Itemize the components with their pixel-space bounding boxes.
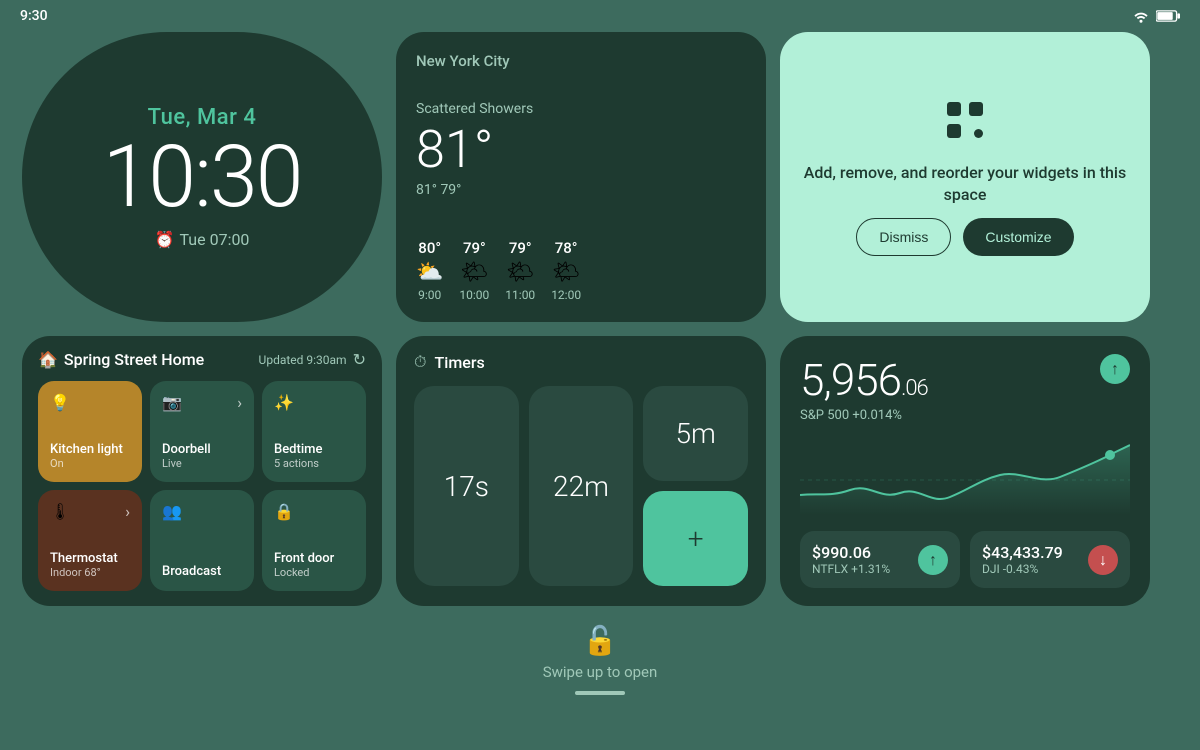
stock-direction-icon: ↓ — [1088, 545, 1118, 575]
bottom-section: 🔓 Swipe up to open — [0, 624, 1200, 695]
tile-sub: 5 actions — [274, 457, 354, 470]
tile-label: Kitchen light — [50, 442, 130, 457]
weather-desc: Scattered Showers — [416, 101, 746, 117]
tile-icon: 👥 — [162, 502, 182, 521]
stock-name: NTFLX +1.31% — [812, 562, 890, 576]
tile-icon: 🔒 — [274, 502, 294, 521]
lock-icon: 🔓 — [583, 624, 618, 657]
forecast-item: 78° 🌤 12:00 — [551, 239, 581, 302]
timers-grid: 17s22m5m + — [414, 386, 748, 586]
timer-icon: ⏱ — [414, 352, 426, 372]
stocks-card: 5,956.06 S&P 500 +0.014% ↑ $990.06 NTFLX… — [780, 336, 1150, 606]
tile-sub: On — [50, 457, 130, 470]
stock-tile: $43,433.79 DJI -0.43% ↓ — [970, 531, 1130, 588]
promo-card: Add, remove, and reorder your widgets in… — [780, 32, 1150, 322]
promo-icon — [943, 98, 987, 146]
tile-arrow: › — [125, 502, 130, 521]
stock-price: $43,433.79 — [982, 543, 1063, 562]
forecast-item: 79° 🌤 10:00 — [459, 239, 489, 302]
stocks-index: S&P 500 +0.014% — [800, 408, 928, 423]
status-time: 9:30 — [20, 8, 48, 24]
tile-icon: 📷 — [162, 393, 182, 412]
timer-22m[interactable]: 22m — [529, 386, 634, 586]
dismiss-button[interactable]: Dismiss — [856, 218, 951, 256]
tile-label: Broadcast — [162, 564, 242, 579]
clock-card: Tue, Mar 4 10:30 ⏰ Tue 07:00 — [22, 32, 382, 322]
weather-card: New York City Scattered Showers 81° 81° … — [396, 32, 766, 322]
home-tile[interactable]: ✨ Bedtime 5 actions — [262, 381, 366, 482]
home-tile[interactable]: 💡 Kitchen light On — [38, 381, 142, 482]
home-tiles-grid: 💡 Kitchen light On 📷 › Doorbell Live ✨ B… — [38, 381, 366, 591]
tile-label: Doorbell — [162, 442, 242, 457]
stock-tile: $990.06 NTFLX +1.31% ↑ — [800, 531, 960, 588]
add-timer-button[interactable]: + — [643, 491, 748, 586]
weather-temp-main: 81° — [416, 119, 746, 180]
refresh-icon[interactable]: ↻ — [353, 350, 366, 369]
stock-direction-icon: ↑ — [918, 545, 948, 575]
home-title: Spring Street Home — [64, 350, 204, 369]
tile-sub: Indoor 68° — [50, 566, 130, 579]
tile-sub: Locked — [274, 566, 354, 579]
alarm-icon: ⏰ — [155, 230, 175, 249]
stocks-trend-up: ↑ — [1100, 354, 1130, 384]
swipe-label: Swipe up to open — [543, 663, 658, 681]
status-icons — [1132, 9, 1180, 23]
promo-text: Add, remove, and reorder your widgets in… — [800, 162, 1130, 207]
forecast-item: 79° 🌤 11:00 — [505, 239, 535, 302]
home-updated: Updated 9:30am — [259, 353, 347, 367]
swipe-bar — [575, 691, 625, 695]
main-grid: Tue, Mar 4 10:30 ⏰ Tue 07:00 New York Ci… — [0, 32, 1200, 616]
stocks-chart — [800, 435, 1130, 515]
stocks-row: $990.06 NTFLX +1.31% ↑ $43,433.79 DJI -0… — [800, 531, 1130, 588]
timers-card: ⏱ Timers 17s22m5m + — [396, 336, 766, 606]
promo-buttons: Dismiss Customize — [856, 218, 1073, 256]
tile-icon: 💡 — [50, 393, 70, 412]
tile-arrow: › — [237, 393, 242, 412]
timer-5m[interactable]: 5m — [643, 386, 748, 481]
status-bar: 9:30 — [0, 0, 1200, 32]
home-tile[interactable]: 📷 › Doorbell Live — [150, 381, 254, 482]
tile-icon: ✨ — [274, 393, 294, 412]
clock-time: 10:30 — [103, 134, 302, 220]
home-tile[interactable]: 👥 Broadcast — [150, 490, 254, 591]
home-card: 🏠 Spring Street Home Updated 9:30am ↻ 💡 … — [22, 336, 382, 606]
timers-title: Timers — [434, 353, 484, 372]
tile-label: Thermostat — [50, 551, 130, 566]
customize-button[interactable]: Customize — [963, 218, 1073, 256]
home-header: 🏠 Spring Street Home Updated 9:30am ↻ — [38, 350, 366, 369]
tile-label: Front door — [274, 551, 354, 566]
home-tile[interactable]: 🔒 Front door Locked — [262, 490, 366, 591]
weather-city: New York City — [416, 52, 746, 70]
battery-icon — [1156, 9, 1180, 23]
home-tile[interactable]: 🌡 › Thermostat Indoor 68° — [38, 490, 142, 591]
timers-header: ⏱ Timers — [414, 352, 748, 372]
timer-17s[interactable]: 17s — [414, 386, 519, 586]
tile-sub: Live — [162, 457, 242, 470]
home-icon: 🏠 — [38, 350, 58, 369]
weather-temp-range: 81° 79° — [416, 182, 746, 198]
clock-alarm: ⏰ Tue 07:00 — [155, 230, 250, 249]
wifi-icon — [1132, 9, 1150, 23]
weather-forecast: 80° ⛅ 9:00 79° 🌤 10:00 79° 🌤 11:00 78° 🌤… — [416, 239, 746, 302]
forecast-item: 80° ⛅ 9:00 — [416, 239, 443, 302]
stocks-main-value: 5,956.06 — [800, 354, 928, 406]
tile-icon: 🌡 — [50, 502, 70, 521]
stock-price: $990.06 — [812, 543, 890, 562]
tile-label: Bedtime — [274, 442, 354, 457]
stock-name: DJI -0.43% — [982, 562, 1063, 576]
